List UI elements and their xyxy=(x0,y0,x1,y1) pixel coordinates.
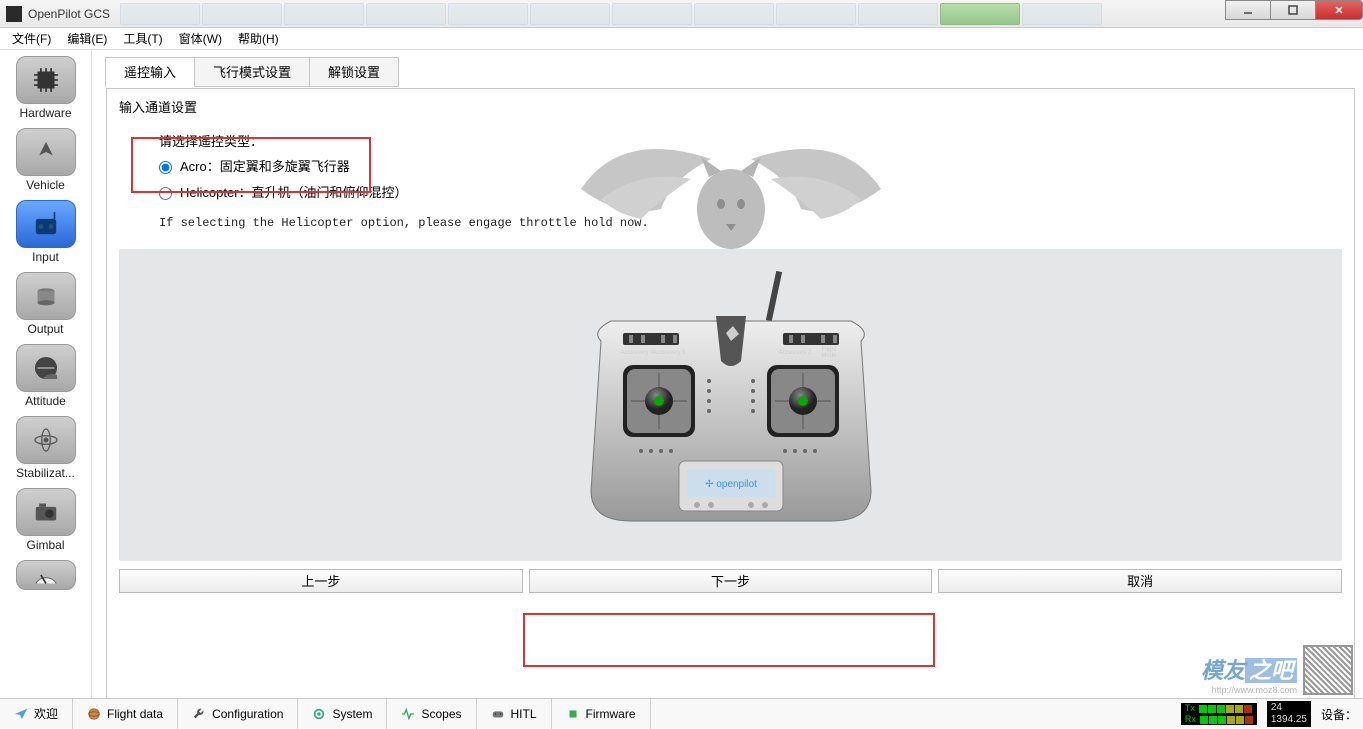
wizard-nav: 上一步 下一步 取消 xyxy=(119,569,1342,593)
sidebar-item-label: Input xyxy=(32,250,59,264)
svg-text:Accessory 0: Accessory 0 xyxy=(620,350,653,356)
sidebar-item-vehicle[interactable]: Vehicle xyxy=(7,128,85,192)
horizon-icon xyxy=(16,344,76,392)
next-button[interactable]: 下一步 xyxy=(529,569,933,593)
btab-label: HITL xyxy=(511,707,537,721)
btab-label: Scopes xyxy=(421,707,461,721)
sidebar-item-label: Output xyxy=(27,322,63,336)
bottom-tabs: 欢迎 Flight data Configuration System Scop… xyxy=(0,698,1363,728)
highlight-box-next xyxy=(523,613,935,667)
sidebar-item-label: Gimbal xyxy=(26,538,64,552)
menu-edit[interactable]: 编辑(E) xyxy=(59,28,115,49)
svg-text:Accessory 2: Accessory 2 xyxy=(778,350,811,356)
sidebar-item-hardware[interactable]: Hardware xyxy=(7,56,85,120)
btab-welcome[interactable]: 欢迎 xyxy=(0,699,73,729)
camera-icon xyxy=(16,488,76,536)
sidebar-item-label: Stabilizat... xyxy=(16,466,75,480)
menu-tools[interactable]: 工具(T) xyxy=(115,28,170,49)
svg-text:✢ openpilot: ✢ openpilot xyxy=(705,479,757,490)
gamepad-icon xyxy=(491,707,505,721)
sidebar-item-label: Hardware xyxy=(19,106,71,120)
sidebar-item-input[interactable]: Input xyxy=(7,200,85,264)
background-taskbar xyxy=(120,0,1102,28)
btab-flight-data[interactable]: Flight data xyxy=(73,699,178,729)
sidebar: Hardware Vehicle Input Output Attitude xyxy=(0,50,92,698)
cancel-button[interactable]: 取消 xyxy=(938,569,1342,593)
transmitter-icon xyxy=(16,200,76,248)
btab-firmware[interactable]: Firmware xyxy=(552,699,651,729)
tab-flight-mode[interactable]: 飞行模式设置 xyxy=(194,57,310,87)
btab-label: 欢迎 xyxy=(34,705,58,722)
sidebar-item-gauge[interactable] xyxy=(7,560,85,590)
btab-configuration[interactable]: Configuration xyxy=(178,699,298,729)
btab-label: Flight data xyxy=(107,707,163,721)
svg-text:Mode: Mode xyxy=(821,353,837,359)
minimize-button[interactable] xyxy=(1225,0,1271,20)
gauge-icon xyxy=(16,560,76,590)
wrench-icon xyxy=(192,707,206,721)
close-button[interactable] xyxy=(1315,0,1363,20)
sidebar-item-attitude[interactable]: Attitude xyxy=(7,344,85,408)
txrx-indicator: Tx Rx xyxy=(1181,703,1257,725)
content-area: 遥控输入 飞行模式设置 解锁设置 输入通道设置 xyxy=(92,50,1363,698)
btab-system[interactable]: System xyxy=(298,699,387,729)
app-icon xyxy=(6,6,22,22)
main-layout: Hardware Vehicle Input Output Attitude xyxy=(0,50,1363,698)
tabs-bar: 遥控输入 飞行模式设置 解锁设置 xyxy=(105,57,1354,87)
sidebar-item-label: Vehicle xyxy=(26,178,65,192)
pulse-icon xyxy=(401,707,415,721)
maximize-button[interactable] xyxy=(1270,0,1316,20)
airframe-icon xyxy=(16,128,76,176)
btab-label: Firmware xyxy=(586,707,636,721)
menu-file[interactable]: 文件(F) xyxy=(4,28,59,49)
status-bar-right: Tx Rx 24 1394.25 设备： xyxy=(1181,701,1357,727)
device-label: 设备： xyxy=(1321,706,1357,723)
menu-help[interactable]: 帮助(H) xyxy=(230,28,287,49)
btab-hitl[interactable]: HITL xyxy=(477,699,552,729)
svg-text:Accessory 1: Accessory 1 xyxy=(652,350,685,356)
helicopter-hint: If selecting the Helicopter option, plea… xyxy=(159,212,1342,235)
btab-scopes[interactable]: Scopes xyxy=(387,699,476,729)
chip-icon xyxy=(16,56,76,104)
btab-label: System xyxy=(332,707,372,721)
paper-plane-icon xyxy=(14,707,28,721)
sidebar-item-output[interactable]: Output xyxy=(7,272,85,336)
transmitter-illustration: Accessory 0 Accessory 1 Accessory 2 Flig… xyxy=(119,249,1342,561)
btab-label: Configuration xyxy=(212,707,283,721)
globe-icon xyxy=(87,707,101,721)
highlight-box-type xyxy=(131,137,371,193)
sidebar-item-stabilization[interactable]: Stabilizat... xyxy=(7,416,85,480)
sidebar-item-gimbal[interactable]: Gimbal xyxy=(7,488,85,552)
txrx-values: 24 1394.25 xyxy=(1267,701,1311,727)
motor-icon xyxy=(16,272,76,320)
window-titlebar: OpenPilot GCS xyxy=(0,0,1363,28)
prev-button[interactable]: 上一步 xyxy=(119,569,523,593)
sidebar-item-label: Attitude xyxy=(25,394,66,408)
menu-window[interactable]: 窗体(W) xyxy=(171,28,230,49)
section-title: 输入通道设置 xyxy=(119,97,1342,116)
menubar: 文件(F) 编辑(E) 工具(T) 窗体(W) 帮助(H) xyxy=(0,28,1363,50)
tab-rc-input[interactable]: 遥控输入 xyxy=(105,57,195,87)
window-title: OpenPilot GCS xyxy=(28,7,110,21)
tab-panel: 输入通道设置 xyxy=(106,88,1355,724)
tab-unlock[interactable]: 解锁设置 xyxy=(309,57,399,87)
gear-icon xyxy=(312,707,326,721)
chip-small-icon xyxy=(566,707,580,721)
gyro-icon xyxy=(16,416,76,464)
